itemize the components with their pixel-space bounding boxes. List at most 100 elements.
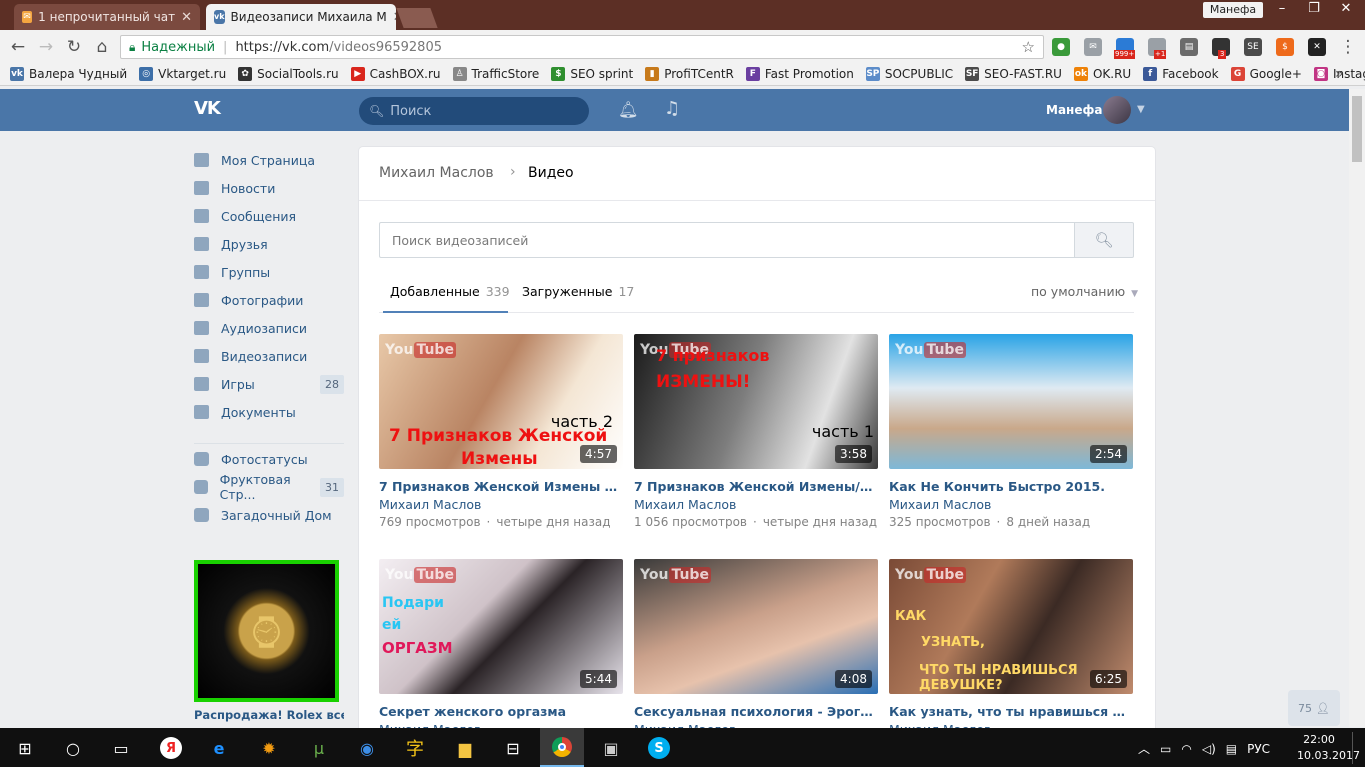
scrollbar-thumb[interactable] <box>1352 96 1362 162</box>
network-adapter-icon[interactable]: ▭ <box>1160 742 1171 756</box>
windows-start-icon[interactable]: ⊞ <box>12 736 38 760</box>
video-title[interactable]: Как узнать, что ты нравишься девушке? <box>889 704 1133 719</box>
video-author[interactable]: Михаил Маслов <box>634 497 736 512</box>
skype-icon[interactable]: S <box>648 737 670 759</box>
page-scrollbar[interactable] <box>1349 89 1365 727</box>
bookmark-item[interactable]: G Google+ <box>1230 67 1302 81</box>
address-bar[interactable]: 🔒︎ Надежный | https://vk.com/videos96592… <box>120 35 1044 59</box>
task-view-icon[interactable]: ▭ <box>108 736 134 760</box>
video-thumbnail[interactable]: You Tube 2:54 <box>889 334 1133 469</box>
utorrent-icon[interactable]: µ <box>306 736 332 760</box>
bookmark-item[interactable]: SP SOCPUBLIC <box>865 67 953 81</box>
bookmark-item[interactable]: ✿ SocialTools.ru <box>238 67 339 81</box>
back-icon[interactable]: ← <box>6 36 30 58</box>
bookmarks-overflow-icon[interactable]: » <box>1335 66 1344 82</box>
browser-tab-mail[interactable]: ✉ 1 непрочитанный чат ✕ <box>14 4 200 30</box>
video-thumbnail[interactable]: You Tube 4:08 <box>634 559 878 694</box>
sidebar-item[interactable]: Аудиозаписи <box>194 316 344 340</box>
wifi-icon[interactable]: ◠ <box>1181 742 1191 756</box>
sort-dropdown[interactable]: по умолчанию ▼ <box>1031 284 1138 299</box>
sidebar-item[interactable]: Игры 28 <box>194 372 344 396</box>
minimize-icon[interactable]: – <box>1266 0 1298 20</box>
breadcrumb-owner[interactable]: Михаил Маслов <box>379 165 494 181</box>
message-icon[interactable]: ▤ <box>1226 742 1237 756</box>
vk-search-input[interactable]: 🔍︎ Поиск <box>359 97 589 125</box>
show-desktop-button[interactable] <box>1352 732 1360 764</box>
extension-icon[interactable]: ● <box>1052 38 1070 56</box>
sidebar-item[interactable]: Друзья <box>194 232 344 256</box>
video-author[interactable]: Михаил Маслов <box>379 497 481 512</box>
video-thumbnail[interactable]: You Tube часть 27 Признаков Женской Измены 4… <box>379 334 623 469</box>
video-thumbnail[interactable]: You Tube Подари ей ОРГАЗМ 5:44 <box>379 559 623 694</box>
forward-icon[interactable]: → <box>34 36 58 58</box>
bookmark-item[interactable]: vk Валера Чудный <box>10 67 127 81</box>
file-explorer-icon[interactable]: ▆ <box>452 736 478 760</box>
extension-badge-icon[interactable]: 999+ <box>1114 38 1136 59</box>
video-thumbnail[interactable]: You Tube 7 признаков ИЗМЕНЫ! часть 1 3:58 <box>634 334 878 469</box>
yandex-browser-icon[interactable]: Я <box>160 737 182 759</box>
online-friends-widget[interactable]: 75 👤︎ <box>1288 690 1340 726</box>
video-title[interactable]: Секрет женского оргазма <box>379 704 623 719</box>
close-tab-icon[interactable]: ✕ <box>393 10 396 25</box>
tab-added[interactable]: Добавленные 339 <box>390 284 510 299</box>
video-thumbnail[interactable]: You Tube КАК УЗНАТЬ, ЧТО ТЫ НРАВИШЬСЯ ДЕВУШК… <box>889 559 1133 694</box>
sidebar-item[interactable]: Фотостатусы <box>194 447 344 471</box>
extension-icon[interactable]: ✕ <box>1308 38 1326 56</box>
extension-icon[interactable]: 3 <box>1212 38 1230 59</box>
chevron-down-icon[interactable]: ▼ <box>1137 104 1145 115</box>
video-search-input[interactable]: Поиск видеозаписей <box>379 222 1075 258</box>
store-icon[interactable]: ⊟ <box>500 736 526 760</box>
music-player-icon[interactable]: ♫ <box>664 98 680 119</box>
bookmark-item[interactable]: F Fast Promotion <box>745 67 854 81</box>
new-tab-button[interactable] <box>396 8 438 28</box>
extension-icon[interactable]: ▤ <box>1180 38 1198 56</box>
bookmark-item[interactable]: $ SEO sprint <box>551 67 633 81</box>
sidebar-item[interactable]: Фотографии <box>194 288 344 312</box>
sidebar-item[interactable]: Фруктовая Стр... 31 <box>194 472 344 502</box>
reload-icon[interactable]: ↻ <box>62 36 86 58</box>
close-tab-icon[interactable]: ✕ <box>181 10 192 25</box>
close-window-icon[interactable]: ✕ <box>1330 0 1362 20</box>
clock[interactable]: 22:00 10.03.2017 <box>1297 732 1360 764</box>
app-icon[interactable]: 字 <box>402 736 428 760</box>
vk-logo-icon[interactable]: VK <box>194 98 228 122</box>
home-icon[interactable]: ⌂ <box>90 36 114 58</box>
restore-icon[interactable]: ❐ <box>1298 0 1330 20</box>
chevron-up-icon[interactable]: ︿ <box>1138 740 1150 757</box>
extension-icon[interactable]: SE <box>1244 38 1262 56</box>
bookmark-item[interactable]: SF SEO-FAST.RU <box>965 67 1062 81</box>
bookmark-star-icon[interactable]: ☆ <box>1022 38 1035 56</box>
ad-image[interactable]: ⌚︎ <box>194 560 339 702</box>
video-author[interactable]: Михаил Маслов <box>889 497 991 512</box>
video-search-button[interactable]: 🔍︎ <box>1074 222 1134 258</box>
search-icon[interactable]: ○ <box>60 736 86 760</box>
browser-profile-chip[interactable]: Манефа <box>1203 2 1263 18</box>
sidebar-item[interactable]: Сообщения <box>194 204 344 228</box>
extension-icon[interactable]: $ <box>1276 38 1294 56</box>
sidebar-item[interactable]: Новости <box>194 176 344 200</box>
sidebar-item[interactable]: Видеозаписи <box>194 344 344 368</box>
volume-icon[interactable]: ◁) <box>1202 742 1216 756</box>
video-title[interactable]: 7 Признаков Женской Измены часть 2 <box>379 479 623 494</box>
bookmark-item[interactable]: ♙ TrafficStore <box>452 67 539 81</box>
tab-uploaded[interactable]: Загруженные 17 <box>522 284 634 299</box>
avatar[interactable] <box>1103 96 1131 124</box>
app-icon[interactable]: ◉ <box>354 736 380 760</box>
sidebar-item[interactable]: Загадочный Дом <box>194 503 344 527</box>
notifications-bell-icon[interactable]: 🔔︎ <box>618 100 638 119</box>
sidebar-item[interactable]: Группы <box>194 260 344 284</box>
sidebar-item[interactable]: Документы <box>194 400 344 424</box>
language-indicator[interactable]: РУС <box>1247 742 1270 756</box>
video-title[interactable]: Сексуальная психология - Эрогенные з... <box>634 704 878 719</box>
video-title[interactable]: Как Не Кончить Быстро 2015. <box>889 479 1133 494</box>
extension-icon[interactable]: +1 <box>1148 38 1167 59</box>
ad-title[interactable]: Распродажа! Rolex всего <box>194 708 344 722</box>
sidebar-item[interactable]: Моя Страница <box>194 148 344 172</box>
menu-icon[interactable]: ⋮ <box>1336 36 1360 58</box>
edge-icon[interactable]: e <box>206 736 232 760</box>
extension-mail-icon[interactable]: ✉ <box>1084 38 1102 56</box>
user-name[interactable]: Манефа <box>1046 103 1102 117</box>
app-icon[interactable]: ▣ <box>598 736 624 760</box>
browser-tab-vk[interactable]: vk Видеозаписи Михаила М ✕ <box>206 4 396 30</box>
chrome-icon[interactable] <box>540 728 584 767</box>
